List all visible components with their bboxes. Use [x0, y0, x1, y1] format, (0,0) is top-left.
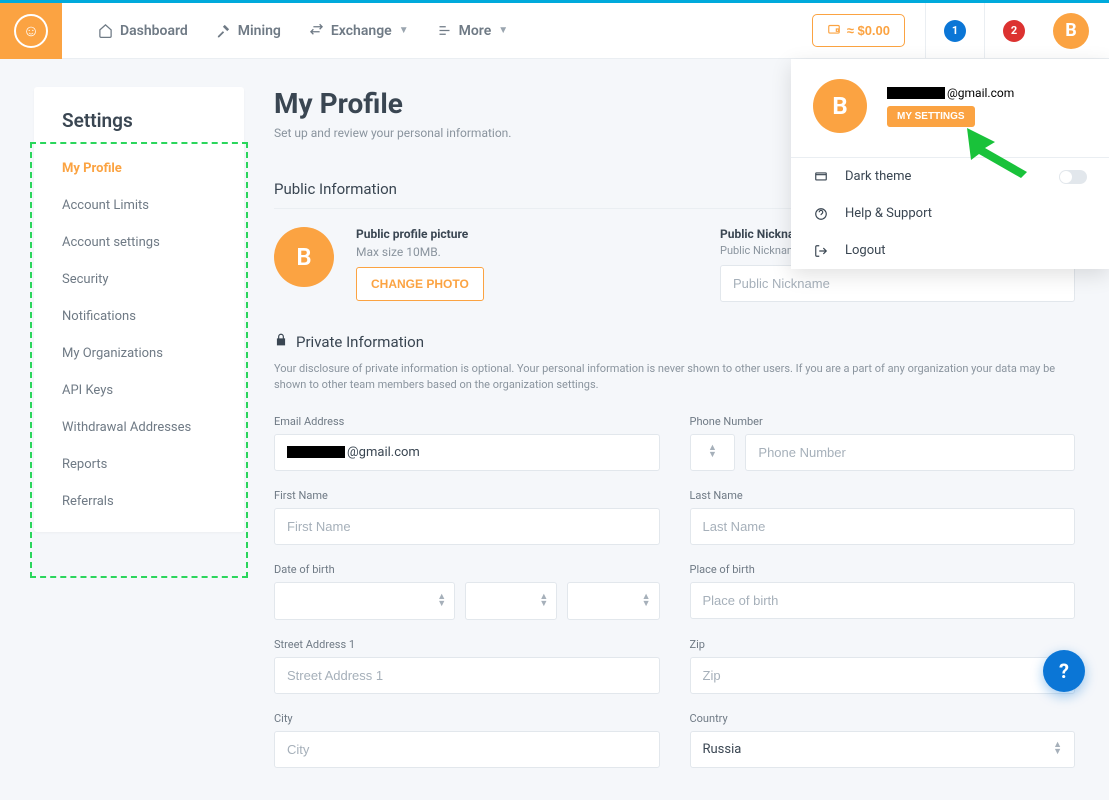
country-select[interactable]: Russia ▲▼ [690, 731, 1076, 768]
sidebar-title: Settings [34, 87, 244, 150]
dropdown-email-suffix: @gmail.com [947, 86, 1014, 100]
dropdown-avatar: B [813, 79, 867, 133]
dropdown-email: @gmail.com [887, 86, 1014, 100]
notif-blue-wrap[interactable]: 1 [925, 3, 984, 59]
nav-more[interactable]: More ▼ [437, 23, 509, 39]
dark-theme-item[interactable]: Dark theme [791, 158, 1109, 195]
wallet-button[interactable]: ≈ $0.00 [812, 14, 905, 47]
wallet-icon [827, 22, 841, 39]
redacted-text [887, 87, 945, 99]
nickname-input[interactable] [720, 265, 1075, 302]
pickaxe-icon [216, 23, 231, 38]
private-heading-text: Private Information [296, 333, 424, 351]
dob-year-select[interactable]: ▲▼ [567, 582, 659, 620]
select-arrows-icon: ▲▼ [437, 594, 446, 608]
theme-icon [813, 170, 829, 184]
sidebar-item-security[interactable]: Security [34, 261, 244, 298]
badge-red: 2 [1003, 20, 1025, 42]
sidebar-item-referrals[interactable]: Referrals [34, 483, 244, 520]
header-right: ≈ $0.00 1 2 B [812, 3, 1109, 59]
last-name-label: Last Name [690, 489, 1076, 502]
last-name-input[interactable] [690, 508, 1076, 545]
email-label: Email Address [274, 415, 660, 428]
my-settings-button[interactable]: MY SETTINGS [887, 106, 975, 127]
annotation-arrow [967, 128, 1057, 182]
help-label: Help & Support [845, 206, 932, 221]
city-input[interactable] [274, 731, 660, 768]
pob-label: Place of birth [690, 563, 1076, 576]
nav-more-label: More [459, 23, 492, 39]
redacted-text [287, 446, 345, 458]
country-label: Country [690, 712, 1076, 725]
change-photo-button[interactable]: CHANGE PHOTO [356, 267, 484, 301]
phone-country-select[interactable]: ▲▼ [690, 434, 736, 471]
chevron-down-icon: ▼ [399, 25, 409, 36]
select-arrows-icon: ▲▼ [539, 594, 548, 608]
sidebar-item-api-keys[interactable]: API Keys [34, 372, 244, 409]
street-input[interactable] [274, 657, 660, 694]
pob-input[interactable] [690, 582, 1076, 619]
city-label: City [274, 712, 660, 725]
logout-icon [813, 244, 829, 258]
dob-label: Date of birth [274, 563, 660, 576]
help-item[interactable]: Help & Support [791, 195, 1109, 232]
email-suffix: @gmail.com [347, 445, 420, 460]
sidebar-item-my-profile[interactable]: My Profile [34, 150, 244, 187]
lock-icon [274, 332, 288, 351]
nav-dashboard[interactable]: Dashboard [98, 23, 188, 39]
logout-item[interactable]: Logout [791, 232, 1109, 269]
profile-picture-avatar: B [274, 227, 334, 287]
private-info-desc: Your disclosure of private information i… [274, 361, 1075, 393]
exchange-icon [309, 23, 324, 38]
sidebar-item-organizations[interactable]: My Organizations [34, 335, 244, 372]
select-arrows-icon: ▲▼ [1053, 742, 1062, 756]
settings-sidebar: Settings My Profile Account Limits Accou… [34, 87, 244, 532]
wallet-amount: ≈ $0.00 [847, 23, 890, 38]
first-name-label: First Name [274, 489, 660, 502]
logout-label: Logout [845, 243, 886, 258]
zip-label: Zip [690, 638, 1076, 651]
dark-theme-label: Dark theme [845, 169, 911, 184]
first-name-input[interactable] [274, 508, 660, 545]
zip-input[interactable] [690, 657, 1076, 694]
chevron-down-icon: ▼ [498, 25, 508, 36]
nav-mining-label: Mining [238, 23, 281, 39]
sidebar-item-notifications[interactable]: Notifications [34, 298, 244, 335]
nav-exchange-label: Exchange [331, 23, 392, 39]
phone-label: Phone Number [690, 415, 1076, 428]
logo-icon: ☺ [14, 14, 48, 48]
country-value: Russia [703, 742, 742, 757]
logo[interactable]: ☺ [0, 3, 62, 59]
profile-picture-hint: Max size 10MB. [356, 245, 484, 259]
dob-month-select[interactable]: ▲▼ [274, 582, 455, 620]
nav-mining[interactable]: Mining [216, 23, 281, 39]
menu-icon [437, 23, 452, 38]
sidebar-item-withdrawal[interactable]: Withdrawal Addresses [34, 409, 244, 446]
phone-input[interactable] [745, 434, 1075, 471]
private-info-heading: Private Information [274, 332, 1075, 355]
dark-theme-toggle[interactable] [1059, 170, 1087, 184]
nav-exchange[interactable]: Exchange ▼ [309, 23, 409, 39]
home-icon [98, 23, 113, 38]
header: ☺ Dashboard Mining Exchange ▼ More [0, 3, 1109, 59]
help-icon [813, 207, 829, 221]
profile-picture-title: Public profile picture [356, 227, 484, 241]
badge-blue: 1 [944, 20, 966, 42]
help-fab-button[interactable]: ? [1043, 650, 1085, 692]
sidebar-item-reports[interactable]: Reports [34, 446, 244, 483]
main-nav: Dashboard Mining Exchange ▼ More ▼ [98, 23, 508, 39]
dob-day-select[interactable]: ▲▼ [465, 582, 557, 620]
email-value: @gmail.com [274, 434, 660, 471]
sidebar-item-account-settings[interactable]: Account settings [34, 224, 244, 261]
sidebar-item-account-limits[interactable]: Account Limits [34, 187, 244, 224]
dropdown-header: B @gmail.com MY SETTINGS [791, 59, 1109, 157]
street-label: Street Address 1 [274, 638, 660, 651]
nav-dashboard-label: Dashboard [120, 23, 188, 39]
user-avatar[interactable]: B [1053, 13, 1089, 49]
notif-red-wrap[interactable]: 2 [984, 3, 1043, 59]
select-arrows-icon: ▲▼ [708, 445, 717, 459]
user-dropdown: B @gmail.com MY SETTINGS Dark theme Help… [791, 59, 1109, 269]
select-arrows-icon: ▲▼ [642, 594, 651, 608]
